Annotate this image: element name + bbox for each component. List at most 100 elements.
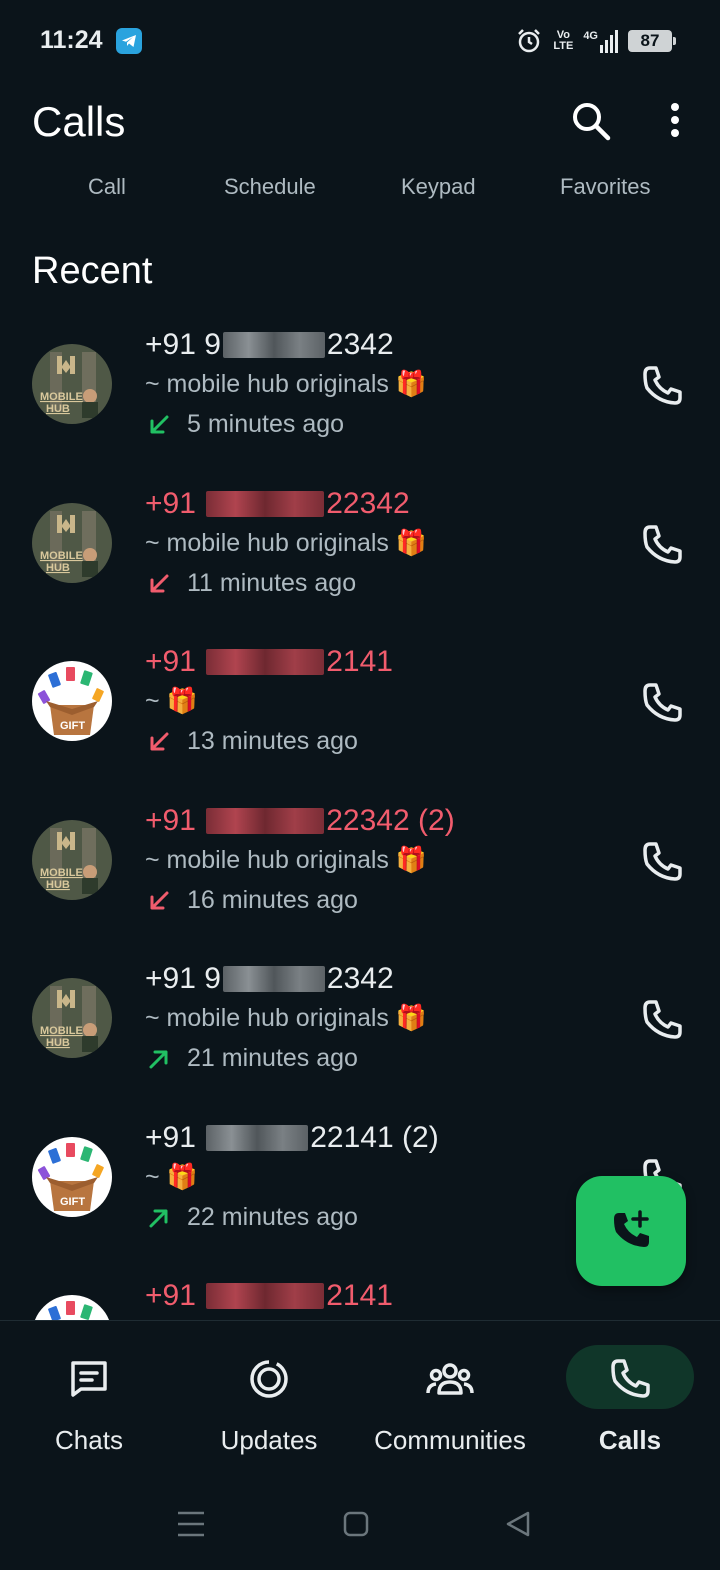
recents-menu-icon[interactable] bbox=[176, 1510, 206, 1538]
add-call-icon bbox=[614, 1210, 649, 1247]
caller-number: +91 22342 (2) bbox=[145, 804, 455, 837]
voice-call-button[interactable] bbox=[638, 362, 686, 410]
contact-avatar[interactable]: GIFT bbox=[32, 1295, 112, 1320]
caller-number: +91 22342 bbox=[145, 487, 410, 520]
call-time: 13 minutes ago bbox=[187, 727, 358, 755]
caller-name: ~ mobile hub originals 🎁 bbox=[145, 529, 427, 557]
alarm-icon bbox=[518, 29, 541, 53]
redacted-digits bbox=[206, 1283, 325, 1309]
tab-schedule[interactable]: Schedule bbox=[224, 174, 316, 200]
redacted-digits bbox=[222, 332, 325, 358]
contact-avatar[interactable]: GIFT bbox=[32, 661, 112, 741]
more-options-button[interactable] bbox=[660, 98, 690, 144]
missed-call-arrow-icon bbox=[150, 574, 169, 592]
call-meta: 11 minutes ago bbox=[145, 569, 356, 598]
call-log-row[interactable]: MOBILE HUB +91 9 2342 ~ mobile hub origin… bbox=[0, 318, 720, 476]
missed-call-arrow-icon bbox=[150, 891, 169, 909]
contact-avatar[interactable]: MOBILE HUB bbox=[32, 978, 112, 1058]
back-icon[interactable] bbox=[504, 1510, 532, 1538]
call-time: 22 minutes ago bbox=[187, 1203, 358, 1231]
search-icon bbox=[573, 103, 611, 141]
svg-text:GIFT: GIFT bbox=[60, 1196, 85, 1208]
svg-text:GIFT: GIFT bbox=[60, 720, 85, 732]
incoming-call-arrow-icon bbox=[150, 415, 169, 433]
chats-icon bbox=[71, 1361, 107, 1397]
contact-avatar[interactable]: MOBILE HUB bbox=[32, 503, 112, 583]
svg-text:HUB: HUB bbox=[46, 562, 70, 574]
call-time: 5 minutes ago bbox=[187, 410, 345, 438]
redacted-digits bbox=[222, 966, 325, 992]
status-bar: 11:24 Vo LTE 4G 87 bbox=[0, 0, 720, 80]
communities-icon bbox=[426, 1363, 474, 1395]
caller-name: ~ 🎁 bbox=[145, 1163, 198, 1191]
contact-avatar[interactable]: GIFT bbox=[32, 1137, 112, 1217]
svg-text:HUB: HUB bbox=[46, 879, 70, 891]
home-icon[interactable] bbox=[342, 1510, 370, 1538]
redacted-digits bbox=[206, 1125, 309, 1151]
tab-favorites[interactable]: Favorites bbox=[560, 174, 650, 200]
voice-call-icon bbox=[643, 525, 682, 564]
voice-call-icon bbox=[643, 683, 682, 722]
call-log-row[interactable]: MOBILE HUB +91 22342 ~ mobile hub origin… bbox=[0, 477, 720, 635]
call-meta: 13 minutes ago bbox=[145, 727, 358, 756]
caller-number: +91 9 2342 bbox=[145, 962, 394, 995]
nav-chats[interactable]: Chats bbox=[0, 1321, 178, 1471]
call-meta: 21 minutes ago bbox=[145, 1044, 358, 1073]
caller-name: ~ mobile hub originals 🎁 bbox=[145, 370, 427, 398]
call-log-row[interactable]: MOBILE HUB +91 22342 (2) ~ mobile hub or… bbox=[0, 794, 720, 952]
telegram-icon bbox=[116, 28, 142, 54]
redacted-digits bbox=[206, 491, 325, 517]
signal-icon: 4G bbox=[583, 29, 618, 53]
voice-call-icon bbox=[643, 842, 682, 881]
nav-communities[interactable]: Communities bbox=[360, 1321, 540, 1471]
tab-keypad[interactable]: Keypad bbox=[401, 174, 476, 200]
voice-call-button[interactable] bbox=[638, 521, 686, 569]
svg-text:MOBILE: MOBILE bbox=[40, 550, 83, 562]
call-meta: 5 minutes ago bbox=[145, 410, 344, 439]
nav-calls[interactable]: Calls bbox=[540, 1321, 720, 1471]
redacted-digits bbox=[206, 808, 325, 834]
redacted-digits bbox=[206, 649, 325, 675]
svg-text:MOBILE: MOBILE bbox=[40, 391, 83, 403]
system-navigation-bar bbox=[0, 1470, 720, 1570]
contact-avatar[interactable]: MOBILE HUB bbox=[32, 820, 112, 900]
call-time: 11 minutes ago bbox=[187, 569, 357, 597]
caller-number: +91 22141 (2) bbox=[145, 1121, 439, 1154]
section-title-recent: Recent bbox=[32, 250, 153, 292]
recent-calls-list[interactable]: MOBILE HUB +91 9 2342 ~ mobile hub origin… bbox=[0, 318, 720, 1320]
page-title: Calls bbox=[32, 98, 126, 145]
outgoing-call-arrow-icon bbox=[149, 1050, 168, 1068]
caller-name: ~ mobile hub originals 🎁 bbox=[145, 846, 427, 874]
bottom-navigation: Chats Updates Communities Calls bbox=[0, 1320, 720, 1470]
updates-icon bbox=[250, 1360, 288, 1398]
missed-call-arrow-icon bbox=[150, 732, 169, 750]
nav-updates[interactable]: Updates bbox=[178, 1321, 360, 1471]
caller-number: +91 2141 bbox=[145, 1279, 393, 1312]
call-time: 16 minutes ago bbox=[187, 886, 358, 914]
battery-icon: 87 bbox=[628, 30, 676, 52]
caller-name: ~ 🎁 bbox=[145, 687, 198, 715]
svg-text:HUB: HUB bbox=[46, 403, 70, 415]
call-log-row[interactable]: MOBILE HUB +91 9 2342 ~ mobile hub origin… bbox=[0, 952, 720, 1110]
call-meta: 16 minutes ago bbox=[145, 886, 358, 915]
new-call-button[interactable] bbox=[576, 1176, 686, 1286]
search-button[interactable] bbox=[568, 98, 614, 144]
outgoing-call-arrow-icon bbox=[149, 1209, 168, 1227]
tab-call[interactable]: Call bbox=[88, 174, 126, 200]
contact-avatar[interactable]: MOBILE HUB bbox=[32, 344, 112, 424]
voice-call-button[interactable] bbox=[638, 679, 686, 727]
svg-text:MOBILE: MOBILE bbox=[40, 867, 83, 879]
voice-call-button[interactable] bbox=[638, 838, 686, 886]
caller-number: +91 2141 bbox=[145, 645, 393, 678]
voice-call-button[interactable] bbox=[638, 996, 686, 1044]
calls-icon bbox=[611, 1359, 650, 1398]
call-time: 21 minutes ago bbox=[187, 1044, 358, 1072]
call-log-row[interactable]: GIFT +91 2141 ~ 🎁 13 minutes ago bbox=[0, 635, 720, 793]
more-vert-icon bbox=[671, 103, 679, 137]
svg-text:HUB: HUB bbox=[46, 1037, 70, 1049]
status-time: 11:24 bbox=[40, 26, 103, 54]
voice-call-icon bbox=[643, 1000, 682, 1039]
voice-call-icon bbox=[643, 366, 682, 405]
svg-text:MOBILE: MOBILE bbox=[40, 1025, 83, 1037]
call-meta: 22 minutes ago bbox=[145, 1203, 358, 1232]
